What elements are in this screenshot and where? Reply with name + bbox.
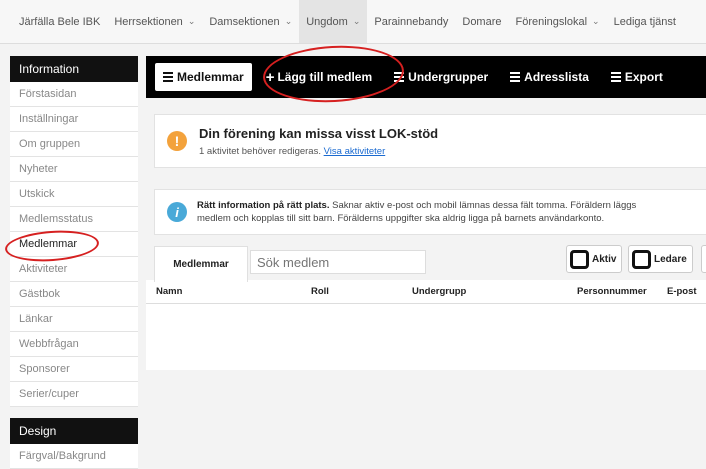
column-header-roll[interactable]: Roll — [311, 286, 329, 297]
info-line1: Saknar aktiv e-post och mobil lämnas des… — [329, 200, 637, 211]
top-navigation: Järfälla Bele IBK Herrsektionen ⌄ Damsekt… — [0, 0, 706, 44]
nav-item-ungdom[interactable]: Ungdom ⌄ — [299, 0, 368, 43]
table-tabbar: Medlemmar Aktiv Ledare — [146, 244, 706, 282]
show-activities-link[interactable]: Visa aktiviteter — [324, 146, 386, 157]
chevron-down-icon: ⌄ — [592, 16, 600, 26]
export-button[interactable]: Export — [610, 70, 663, 84]
alert-title: Din förening kan missa visst LOK-stöd — [199, 125, 439, 141]
filter-more-checkbox[interactable] — [701, 245, 706, 273]
chevron-down-icon: ⌄ — [284, 16, 293, 26]
sidebar-item-nyheter[interactable]: Nyheter — [10, 157, 138, 182]
members-button[interactable]: Medlemmar — [155, 63, 252, 91]
info-box: i Rätt information på rätt plats. Saknar… — [154, 189, 706, 235]
address-list-button[interactable]: Adresslista — [510, 70, 589, 84]
sidebar-item-forstasidan[interactable]: Förstasidan — [10, 82, 138, 107]
add-member-label: Lägg till medlem — [277, 70, 373, 84]
sidebar: Information Förstasidan Inställningar Om… — [10, 56, 138, 469]
filter-active-checkbox[interactable]: Aktiv — [566, 245, 623, 273]
alert-text-label: 1 aktivitet behöver redigeras. — [199, 145, 321, 157]
nav-item-damsektionen[interactable]: Damsektionen ⌄ — [202, 0, 299, 43]
info-line2: medlem och kopplas till sitt barn. Föräl… — [197, 213, 605, 224]
add-member-button[interactable]: + Lägg till medlem — [266, 70, 372, 85]
column-header-epost[interactable]: E-post — [667, 286, 697, 297]
alert-text: 1 aktivitet behöver redigeras. Visa akti… — [199, 146, 438, 157]
plus-icon: + — [265, 68, 275, 86]
sidebar-item-aktiviteter[interactable]: Aktiviteter — [10, 257, 138, 282]
sidebar-item-medlemsstatus[interactable]: Medlemsstatus — [10, 207, 138, 232]
nav-label: Lediga tjänst — [613, 15, 676, 28]
nav-label: Ungdom — [306, 15, 348, 28]
table-header: Namn Roll Undergrupp Personnummer E-post — [146, 280, 706, 304]
checkbox-icon — [570, 249, 589, 269]
sidebar-item-fargval-bakgrund[interactable]: Färgval/Bakgrund — [10, 444, 138, 469]
sidebar-item-lankar[interactable]: Länkar — [10, 307, 138, 332]
menu-icon — [394, 70, 405, 84]
sidebar-header-design: Design — [10, 418, 138, 444]
nav-item-herrsektionen[interactable]: Herrsektionen ⌄ — [107, 0, 202, 43]
menu-icon — [163, 70, 173, 84]
sidebar-item-utskick[interactable]: Utskick — [10, 182, 138, 207]
checkbox-icon — [632, 249, 651, 269]
main-content: Medlemmar + Lägg till medlem Undergruppe… — [146, 42, 706, 458]
info-text: Rätt information på rätt plats. Saknar a… — [197, 199, 636, 225]
export-label: Export — [624, 70, 663, 84]
members-label: Medlemmar — [177, 70, 244, 84]
column-header-undergrupp[interactable]: Undergrupp — [412, 286, 466, 297]
filter-active-label: Aktiv — [592, 253, 617, 265]
column-header-namn[interactable]: Namn — [156, 286, 182, 297]
chevron-down-icon: ⌄ — [352, 16, 361, 26]
subgroups-label: Undergrupper — [408, 70, 489, 84]
filter-leader-label: Ledare — [654, 253, 687, 265]
sidebar-item-medlemmar[interactable]: Medlemmar — [10, 232, 138, 257]
address-list-label: Adresslista — [524, 70, 589, 84]
members-toolbar: Medlemmar + Lägg till medlem Undergruppe… — [146, 56, 706, 98]
nav-item-domare[interactable]: Domare — [455, 0, 508, 43]
sidebar-item-webbfragan[interactable]: Webbfrågan — [10, 332, 138, 357]
lok-alert: ! Din förening kan missa visst LOK-stöd … — [154, 114, 706, 168]
members-table: Medlemmar Aktiv Ledare Namn Roll Undergr… — [146, 244, 706, 370]
nav-label: Damsektionen — [209, 15, 280, 28]
sidebar-item-sponsorer[interactable]: Sponsorer — [10, 357, 138, 382]
search-member-input[interactable] — [250, 250, 426, 274]
filter-leader-checkbox[interactable]: Ledare — [628, 245, 693, 273]
sidebar-item-gastbok[interactable]: Gästbok — [10, 282, 138, 307]
menu-icon — [510, 70, 521, 84]
nav-item-lediga-tjanster[interactable]: Lediga tjänst — [607, 0, 683, 43]
nav-item-club[interactable]: Järfälla Bele IBK — [12, 0, 107, 43]
nav-label: Föreningslokal — [515, 15, 588, 28]
sidebar-item-om-gruppen[interactable]: Om gruppen — [10, 132, 138, 157]
nav-label: Herrsektionen — [114, 15, 183, 28]
tab-medlemmar[interactable]: Medlemmar — [154, 246, 248, 282]
sidebar-item-serier-cuper[interactable]: Serier/cuper — [10, 382, 138, 407]
warning-icon: ! — [167, 131, 187, 151]
nav-item-parainnebandy[interactable]: Parainnebandy — [367, 0, 455, 43]
nav-label: Järfälla Bele IBK — [19, 15, 101, 28]
sidebar-header-information: Information — [10, 56, 138, 82]
nav-label: Domare — [462, 15, 502, 28]
subgroups-button[interactable]: Undergrupper — [394, 70, 488, 84]
info-icon: i — [167, 202, 187, 222]
chevron-down-icon: ⌄ — [187, 16, 196, 26]
column-header-personnummer[interactable]: Personnummer — [577, 286, 647, 297]
nav-label: Parainnebandy — [374, 15, 449, 28]
nav-item-foreningslokal[interactable]: Föreningslokal ⌄ — [509, 0, 607, 43]
info-bold: Rätt information på rätt plats. — [197, 200, 330, 211]
sidebar-gap — [10, 407, 138, 418]
sidebar-item-installningar[interactable]: Inställningar — [10, 107, 138, 132]
menu-icon — [610, 70, 621, 84]
